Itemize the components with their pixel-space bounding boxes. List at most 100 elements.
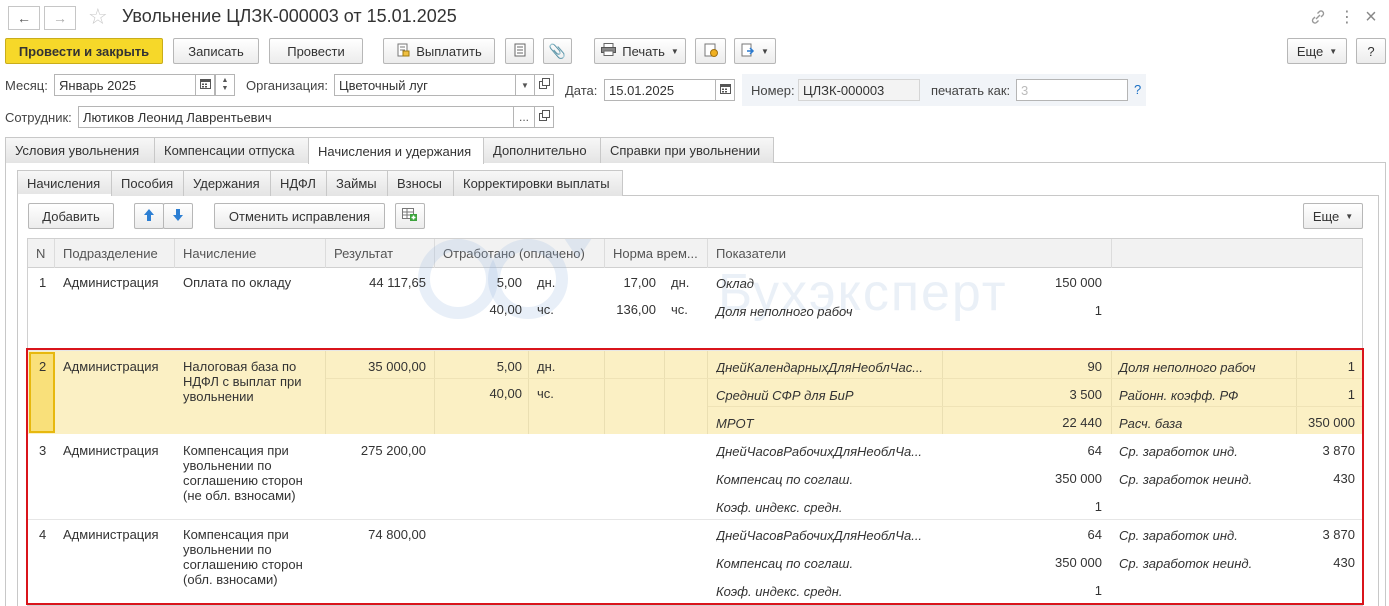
paperclip-icon: 📎	[548, 42, 567, 59]
calendar-icon	[199, 78, 211, 92]
help-label: ?	[1367, 43, 1375, 59]
column-result[interactable]: Результат	[326, 239, 435, 268]
more-label: Еще	[1296, 43, 1324, 59]
organization-field[interactable]: Цветочный луг	[334, 74, 516, 96]
date-calendar-button[interactable]	[715, 79, 735, 101]
more-button[interactable]: Еще ▼	[1287, 38, 1347, 64]
organization-open-button[interactable]	[534, 74, 554, 96]
link-icon[interactable]	[1307, 6, 1329, 28]
post-button[interactable]: Провести	[269, 38, 363, 64]
month-stepper[interactable]: ▲ ▼	[215, 74, 235, 96]
help-button[interactable]: ?	[1356, 38, 1386, 64]
chevron-down-icon: ▼	[761, 46, 769, 56]
cancel-corrections-button[interactable]: Отменить исправления	[214, 203, 385, 229]
month-field[interactable]: Январь 2025	[54, 74, 196, 96]
favorite-star-icon[interactable]: ☆	[88, 4, 108, 30]
back-button[interactable]: ←	[8, 6, 40, 30]
organization-dropdown-button[interactable]: ▼	[515, 74, 535, 96]
tab-accruals-deductions[interactable]: Начисления и удержания	[308, 137, 484, 164]
subtab-contributions[interactable]: Взносы	[387, 170, 454, 196]
subtab-label: Займы	[336, 176, 377, 191]
subtab-deductions[interactable]: Удержания	[183, 170, 271, 196]
attachment-button[interactable]: 📎	[543, 38, 572, 64]
document-list-button[interactable]	[505, 38, 534, 64]
table-header: N Подразделение Начисление Результат Отр…	[28, 239, 1362, 268]
stepper-down-icon[interactable]: ▼	[222, 85, 229, 93]
employee-select-button[interactable]: ...	[513, 106, 535, 128]
tab-label: Условия увольнения	[15, 143, 140, 158]
subtab-label: Пособия	[121, 176, 174, 191]
subtab-loans[interactable]: Займы	[326, 170, 388, 196]
tab-additional[interactable]: Дополнительно	[483, 137, 601, 163]
norm-days-cell: 17,00	[623, 275, 656, 290]
date-label: Дата:	[565, 83, 598, 98]
printer-icon	[601, 43, 617, 59]
tab-vacation-compensation[interactable]: Компенсации отпуска	[154, 137, 309, 163]
chevron-down-icon: ▼	[521, 80, 529, 90]
arrow-up-icon	[143, 208, 155, 225]
norm-hours-unit: чс.	[671, 302, 688, 317]
more-vertical-icon[interactable]: ⋮	[1336, 6, 1358, 28]
number-field[interactable]: ЦЛЗК-000003	[798, 79, 920, 101]
column-norm-time[interactable]: Норма врем...	[605, 239, 708, 268]
date-field[interactable]: 15.01.2025	[604, 79, 716, 101]
organization-label: Организация:	[246, 78, 329, 93]
add-button[interactable]: Добавить	[28, 203, 114, 229]
column-department[interactable]: Подразделение	[55, 239, 175, 268]
report-icon	[704, 43, 718, 60]
move-up-button[interactable]	[134, 203, 164, 229]
column-accrual[interactable]: Начисление	[175, 239, 326, 268]
tab-label: Дополнительно	[493, 143, 587, 158]
table-edit-button[interactable]	[395, 203, 425, 229]
employee-open-button[interactable]	[534, 106, 554, 128]
print-as-label: печатать как:	[931, 83, 1011, 98]
subtab-label: Удержания	[193, 176, 260, 191]
chevron-down-icon: ▼	[1345, 211, 1354, 221]
print-label: Печать	[622, 43, 665, 59]
forward-button[interactable]: →	[44, 6, 76, 30]
save-button[interactable]: Записать	[173, 38, 259, 64]
subtab-accruals[interactable]: Начисления	[17, 170, 112, 196]
column-indicators[interactable]: Показатели	[708, 239, 1112, 268]
employee-field[interactable]: Лютиков Леонид Лаврентьевич	[78, 106, 514, 128]
document-list-icon	[514, 43, 526, 60]
table-add-icon	[402, 207, 418, 225]
subtab-active-mask	[18, 194, 111, 197]
pay-label: Выплатить	[416, 43, 482, 59]
column-worked[interactable]: Отработано (оплачено)	[435, 239, 605, 268]
print-as-field[interactable]: 3	[1016, 79, 1128, 101]
worked-hours-unit: чс.	[537, 302, 554, 317]
tab-label: Справки при увольнении	[610, 143, 761, 158]
open-icon	[538, 110, 550, 124]
highlight-box	[26, 348, 1364, 605]
subtab-ndfl[interactable]: НДФЛ	[270, 170, 327, 196]
help-link[interactable]: ?	[1134, 82, 1141, 97]
result-cell: 44 117,65	[369, 275, 426, 290]
pay-button[interactable]: Выплатить	[383, 38, 495, 64]
post-and-close-button[interactable]: Провести и закрыть	[5, 38, 163, 64]
column-n[interactable]: N	[28, 239, 55, 268]
worked-days-cell: 5,00	[496, 275, 522, 290]
column-indicators-extra	[1112, 239, 1362, 268]
save-label: Записать	[188, 43, 244, 59]
print-button[interactable]: Печать ▼	[594, 38, 686, 64]
move-down-button[interactable]	[163, 203, 193, 229]
subtab-label: Взносы	[397, 176, 442, 191]
report-button[interactable]	[695, 38, 726, 64]
window-title: Увольнение ЦЛЗК-000003 от 15.01.2025	[122, 6, 457, 26]
subtab-label: Начисления	[27, 176, 101, 191]
arrow-left-icon: ←	[17, 10, 31, 26]
subtab-payment-corrections[interactable]: Корректировки выплаты	[453, 170, 623, 196]
row-number: 1	[39, 275, 47, 290]
subtab-benefits[interactable]: Пособия	[111, 170, 184, 196]
tab-dismissal-conditions[interactable]: Условия увольнения	[5, 137, 155, 163]
close-icon[interactable]: ×	[1360, 6, 1382, 28]
calendar-button[interactable]	[195, 74, 215, 96]
panel-more-button[interactable]: Еще ▼	[1303, 203, 1363, 229]
stepper-up-icon[interactable]: ▲	[222, 77, 229, 85]
tab-certificates[interactable]: Справки при увольнении	[600, 137, 774, 163]
create-based-on-button[interactable]: ▼	[734, 38, 776, 64]
open-icon	[538, 78, 550, 92]
month-label: Месяц:	[5, 78, 48, 93]
indicator-name: Оклад	[716, 276, 754, 291]
